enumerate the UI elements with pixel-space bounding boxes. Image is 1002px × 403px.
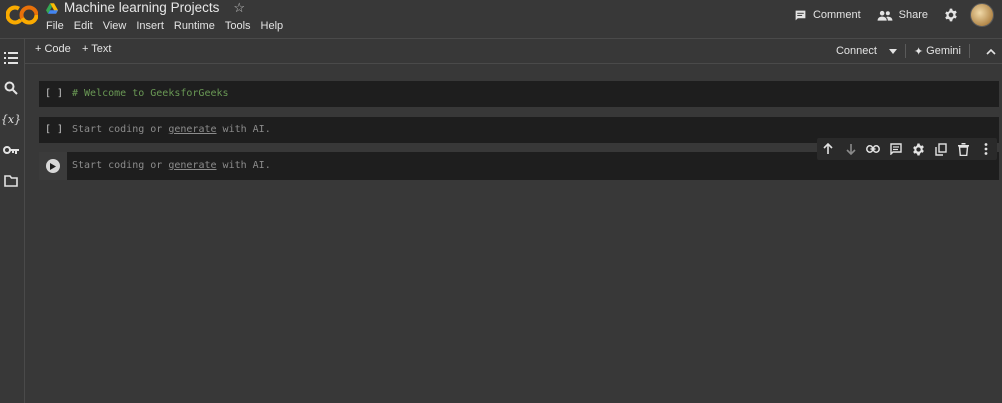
add-text-button[interactable]: + Text [82, 43, 111, 55]
menu-view[interactable]: View [99, 19, 131, 33]
gemini-sparkle-icon: ✦ [913, 45, 924, 58]
more-options-icon[interactable] [978, 141, 994, 157]
placeholder-text: Start coding or [72, 160, 163, 171]
gemini-button[interactable]: ✦ Gemini [914, 45, 961, 58]
share-button[interactable]: Share [877, 9, 928, 22]
app-header: Machine learning Projects ☆ File Edit Vi… [0, 0, 1002, 39]
toolbar-divider-2 [969, 44, 970, 58]
cell-placeholder[interactable]: Start coding or generate with AI. [72, 124, 271, 135]
settings-icon[interactable] [910, 141, 926, 157]
play-icon [50, 162, 56, 170]
toolbar-divider [904, 44, 906, 58]
share-label: Share [898, 9, 928, 21]
menu-edit[interactable]: Edit [70, 19, 97, 33]
run-cell-button[interactable] [46, 159, 60, 173]
generate-link[interactable]: generate [168, 160, 216, 171]
menu-tools[interactable]: Tools [221, 19, 255, 33]
mirror-cell-icon[interactable] [933, 141, 949, 157]
avatar[interactable] [970, 3, 994, 27]
settings-gear-icon[interactable] [944, 8, 958, 22]
cell-code[interactable]: # Welcome to GeeksforGeeks [72, 88, 229, 99]
menu-runtime[interactable]: Runtime [170, 19, 219, 33]
comment-button[interactable]: Comment [794, 9, 861, 22]
move-down-icon[interactable] [843, 141, 859, 157]
cell-toolbar [817, 138, 997, 160]
search-icon[interactable] [2, 79, 20, 97]
variables-icon[interactable]: {x} [1, 110, 21, 128]
connect-dropdown-icon[interactable] [888, 48, 897, 54]
files-folder-icon[interactable] [2, 172, 20, 190]
chevron-up-icon[interactable] [986, 48, 996, 55]
run-cell-area[interactable] [39, 152, 67, 180]
delete-icon[interactable] [955, 141, 971, 157]
menu-bar: File Edit View Insert Runtime Tools Help [46, 19, 289, 33]
comment-icon[interactable] [888, 141, 904, 157]
left-sidebar: {x} [0, 39, 25, 403]
menu-file[interactable]: File [46, 19, 68, 33]
add-code-button[interactable]: + Code [35, 43, 71, 55]
code-cell[interactable]: [ ] # Welcome to GeeksforGeeks [39, 81, 999, 107]
cell-execution-count: [ ] [45, 124, 64, 135]
colab-logo[interactable] [6, 3, 38, 27]
menu-help[interactable]: Help [257, 19, 288, 33]
placeholder-text: Start coding or [72, 124, 163, 135]
secrets-key-icon[interactable] [2, 141, 20, 159]
placeholder-text: with AI. [222, 160, 271, 171]
google-drive-icon [46, 2, 58, 14]
table-of-contents-icon[interactable] [2, 49, 20, 67]
move-up-icon[interactable] [820, 141, 836, 157]
menu-insert[interactable]: Insert [132, 19, 168, 33]
placeholder-text: with AI. [222, 124, 271, 135]
people-icon [877, 10, 893, 21]
cell-execution-count: [ ] [45, 88, 64, 99]
notebook-toolbar: + Code + Text Connect ✦ Gemini [25, 39, 1002, 64]
gemini-label: Gemini [926, 45, 961, 57]
connect-button[interactable]: Connect [836, 45, 877, 57]
notebook-title[interactable]: Machine learning Projects [64, 1, 219, 15]
generate-link[interactable]: generate [168, 124, 216, 135]
star-icon[interactable]: ☆ [233, 1, 245, 15]
comment-label: Comment [812, 9, 861, 21]
link-icon[interactable] [865, 141, 881, 157]
cell-placeholder[interactable]: Start coding or generate with AI. [72, 160, 271, 171]
comment-icon [795, 10, 806, 20]
